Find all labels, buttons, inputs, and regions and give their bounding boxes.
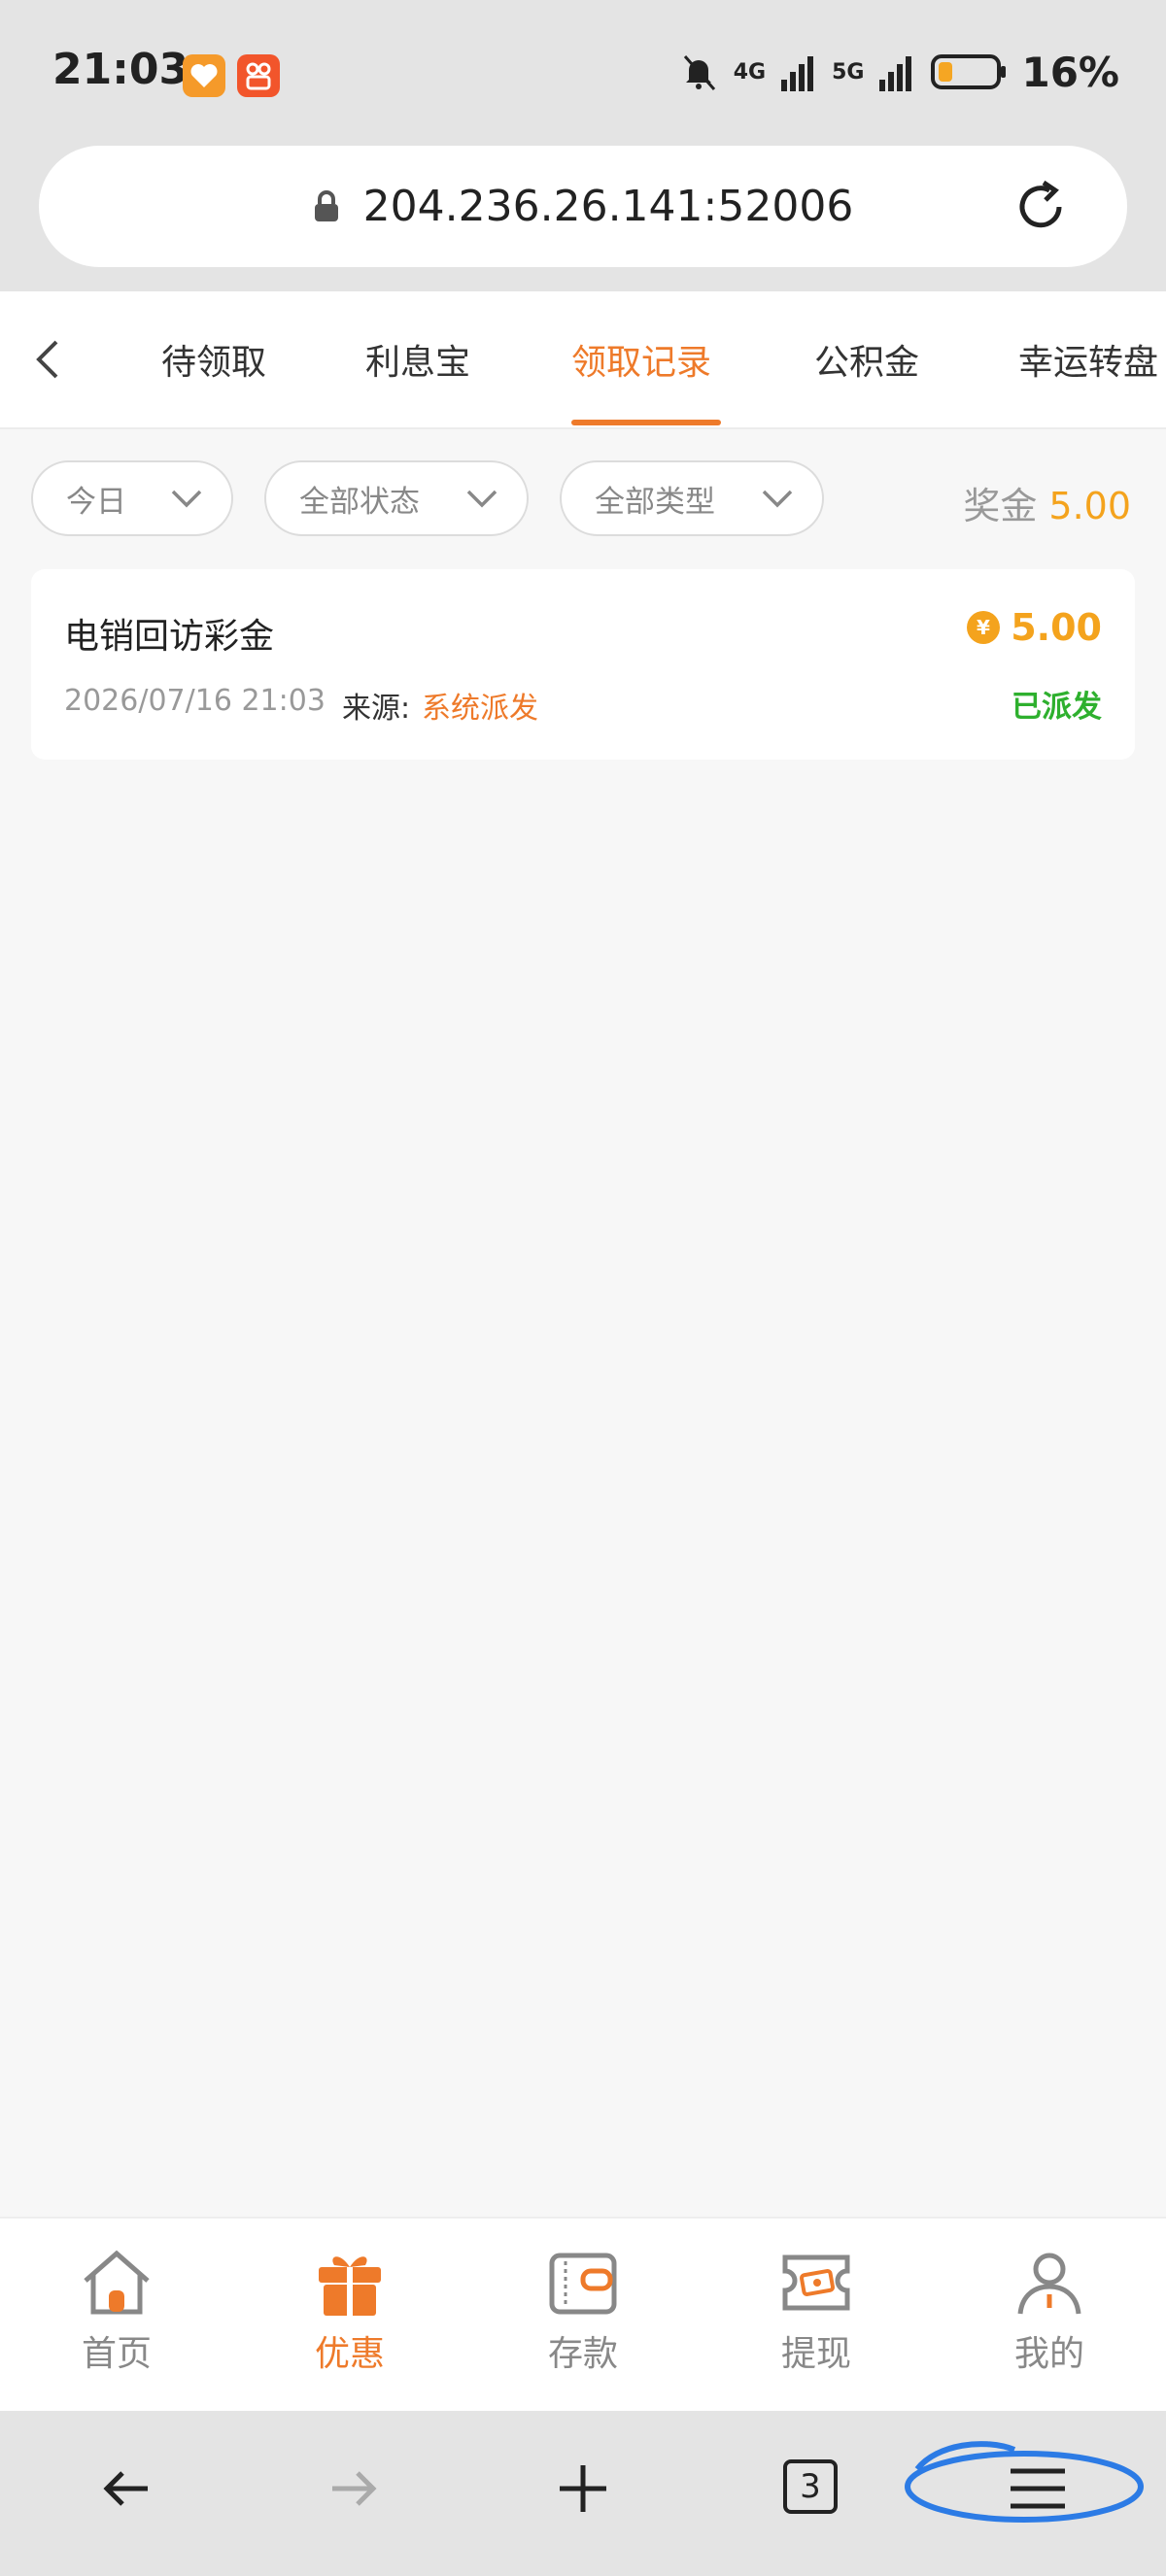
date-filter-label: 今日 <box>66 484 126 520</box>
record-amount: ¥ 5.00 <box>966 606 1102 649</box>
reload-icon[interactable] <box>1011 177 1071 237</box>
user-icon <box>1017 2253 1081 2315</box>
record-amount-value: 5.00 <box>1011 606 1102 649</box>
home-icon <box>84 2250 150 2315</box>
nav-withdraw[interactable]: 提现 <box>738 2248 894 2376</box>
tab-interest[interactable]: 利息宝 <box>365 334 470 385</box>
browser-bottom-bar: 3 <box>0 2411 1166 2576</box>
withdraw-icon <box>782 2254 850 2311</box>
chevron-down-icon <box>466 490 497 508</box>
battery-icon <box>931 54 1007 89</box>
bonus-label: 奖金 <box>963 485 1038 527</box>
network-5g-label: 5G <box>832 59 865 85</box>
record-status-badge: 已派发 <box>1012 690 1102 725</box>
nav-offers[interactable]: 优惠 <box>272 2248 428 2376</box>
browser-toolbar: 204.236.26.141:52006 <box>0 146 1166 291</box>
status-indicators: 4G 5G 16% <box>677 45 1119 99</box>
active-tab-indicator <box>571 420 721 425</box>
nav-offers-label: 优惠 <box>314 2334 385 2374</box>
svg-text:¥: ¥ <box>977 616 990 639</box>
lock-icon <box>314 189 338 221</box>
record-datetime: 2026/07/16 21:03 <box>64 684 326 718</box>
nav-home-label: 首页 <box>81 2334 152 2374</box>
nav-withdraw-label: 提现 <box>780 2334 851 2374</box>
app-video-icon <box>237 54 280 97</box>
bonus-total: 奖金 5.00 <box>963 476 1131 529</box>
bonus-amount: 5.00 <box>1048 485 1131 527</box>
app-heart-icon <box>183 54 225 97</box>
type-filter[interactable]: 全部类型 <box>560 460 824 536</box>
type-filter-label: 全部类型 <box>595 484 715 520</box>
filter-row: 今日 全部状态 全部类型 奖金 5.00 <box>0 429 1166 565</box>
back-chevron-icon[interactable] <box>29 336 68 383</box>
forward-arrow-icon[interactable] <box>325 2459 383 2518</box>
record-title: 电销回访彩金 <box>64 617 275 657</box>
record-source-label: 来源: <box>342 692 411 726</box>
tab-count-button[interactable]: 3 <box>783 2459 838 2514</box>
back-arrow-icon[interactable] <box>97 2459 155 2518</box>
status-filter[interactable]: 全部状态 <box>264 460 529 536</box>
gift-icon <box>319 2256 381 2316</box>
tab-pending[interactable]: 待领取 <box>161 334 266 385</box>
yuan-coin-icon: ¥ <box>967 611 1001 644</box>
bottom-nav: 首页 优惠 存款 提现 我的 <box>0 2217 1166 2411</box>
tab-bar: 待领取 利息宝 领取记录 公积金 幸运转盘 <box>0 291 1166 429</box>
battery-percent: 16% <box>1021 48 1119 96</box>
chevron-down-icon <box>171 490 202 508</box>
record-source: 系统派发 <box>422 692 538 726</box>
nav-profile-label: 我的 <box>1013 2334 1084 2374</box>
chevron-down-icon <box>762 490 793 508</box>
status-filter-label: 全部状态 <box>299 484 420 520</box>
record-card: 电销回访彩金 ¥ 5.00 2026/07/16 21:03 来源: 系统派发 … <box>31 569 1135 760</box>
signal-icon-2 <box>879 56 912 91</box>
nav-profile[interactable]: 我的 <box>972 2248 1127 2376</box>
nav-deposit[interactable]: 存款 <box>505 2248 661 2376</box>
tab-lucky-wheel[interactable]: 幸运转盘 <box>1018 334 1158 385</box>
tab-claim-records[interactable]: 领取记录 <box>571 334 711 385</box>
signal-icon <box>781 56 814 91</box>
mute-bell-icon <box>683 55 715 90</box>
tab-provident-fund[interactable]: 公积金 <box>814 334 919 385</box>
nav-deposit-label: 存款 <box>547 2334 618 2374</box>
address-bar[interactable]: 204.236.26.141:52006 <box>39 146 1127 267</box>
nav-home[interactable]: 首页 <box>39 2248 194 2376</box>
new-tab-plus-icon[interactable] <box>554 2459 612 2518</box>
network-4g-label: 4G <box>733 59 767 85</box>
status-time: 21:03 <box>52 45 189 94</box>
watermark-logo <box>905 2441 1144 2523</box>
date-filter[interactable]: 今日 <box>31 460 233 536</box>
url-text: 204.236.26.141:52006 <box>362 182 854 231</box>
wallet-icon <box>549 2253 617 2315</box>
status-bar: 21:03 4G 5G 16% <box>0 0 1166 146</box>
